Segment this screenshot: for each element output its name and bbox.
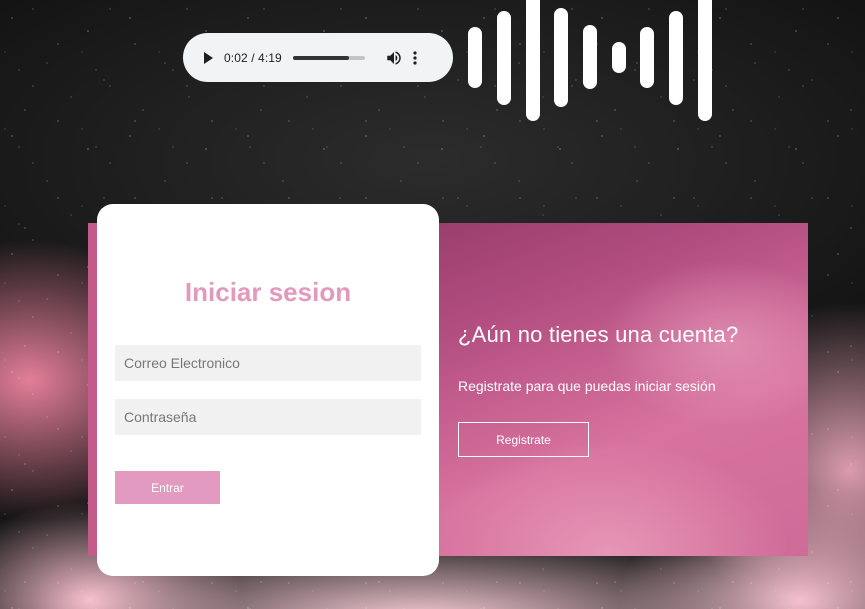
waveform-bar: [698, 0, 712, 121]
waveform-bar: [526, 0, 540, 121]
volume-icon[interactable]: [385, 49, 403, 67]
waveform-bar: [669, 11, 683, 105]
login-card: Iniciar sesion Entrar: [97, 204, 439, 576]
play-icon[interactable]: [201, 51, 215, 65]
email-field[interactable]: [115, 345, 421, 381]
login-button[interactable]: Entrar: [115, 471, 220, 504]
signup-text: Registrate para que puedas iniciar sesió…: [458, 378, 716, 394]
more-options-icon[interactable]: [412, 50, 418, 66]
waveform-bar: [468, 27, 482, 88]
waveform-bar: [640, 27, 654, 88]
waveform-bar: [612, 42, 626, 73]
waveform-bar: [583, 25, 597, 89]
waveform-bar: [554, 8, 568, 107]
audio-player[interactable]: 0:02 / 4:19: [183, 33, 453, 82]
audio-progress-fill: [292, 55, 349, 60]
login-title: Iniciar sesion: [184, 277, 352, 307]
password-field[interactable]: [115, 399, 421, 435]
audio-time: 0:02 / 4:19: [224, 50, 282, 65]
signup-button[interactable]: Registrate: [458, 422, 589, 457]
waveform-bar: [497, 11, 511, 105]
audio-progress-bar[interactable]: [292, 55, 365, 60]
signup-title: ¿Aún no tienes una cuenta?: [458, 322, 739, 347]
